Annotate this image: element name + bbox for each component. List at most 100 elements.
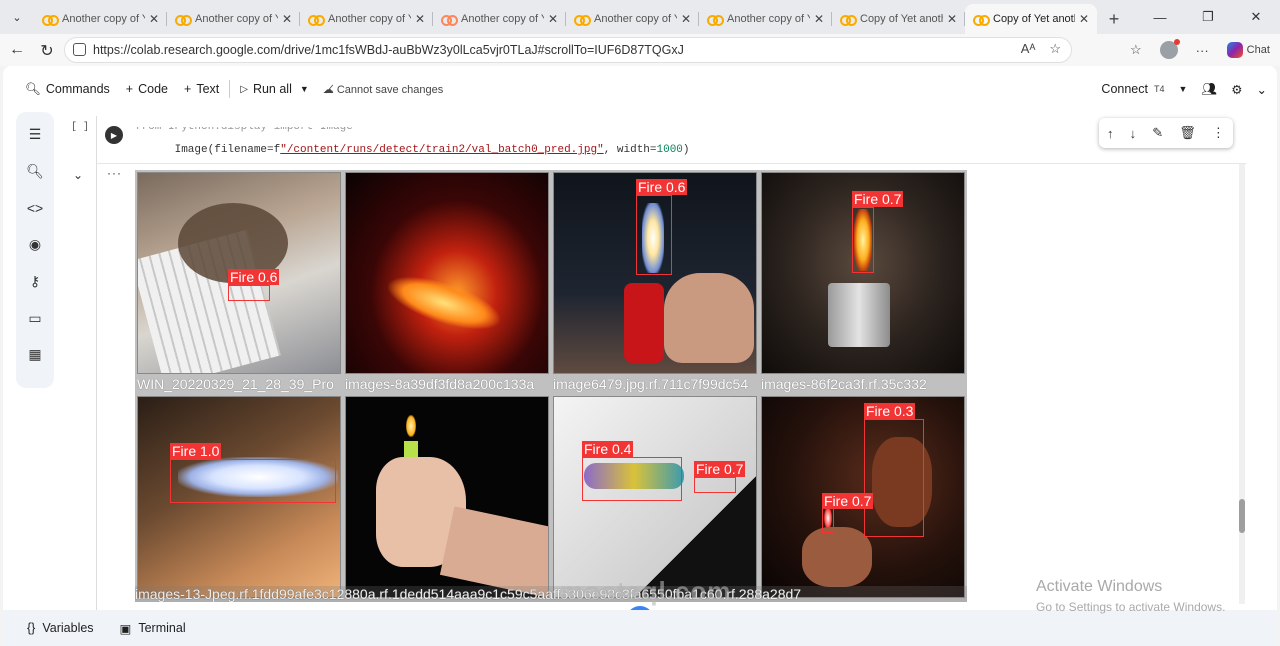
reload-icon[interactable]: ↻ xyxy=(32,41,62,61)
colab-page: 🔍︎ Commands + Code + Text ▷ Run all ▼ ☁̸ Can… xyxy=(3,66,1277,646)
scrollbar[interactable] xyxy=(1239,164,1245,604)
close-tab-icon[interactable]: ✕ xyxy=(282,12,292,26)
edit-pen-icon[interactable]: ✎ xyxy=(1152,125,1163,141)
favorite-star-icon[interactable]: ☆ xyxy=(1049,41,1061,57)
output-menu-icon[interactable]: ··· xyxy=(107,166,122,180)
detection-label: Fire 0.6 xyxy=(636,179,688,195)
cannot-save-status: ☁̸ Cannot save changes xyxy=(322,83,444,96)
close-tab-icon[interactable]: ✕ xyxy=(415,12,425,26)
browser-tab[interactable]: Copy of Yet anothe✕ xyxy=(832,4,965,34)
output-divider xyxy=(96,164,97,646)
more-options-icon[interactable]: ⋮ xyxy=(1212,125,1225,141)
search-icon: 🔍︎ xyxy=(25,81,41,96)
image-caption: images-8a39df3fd8a200c133a xyxy=(345,376,535,392)
minimize-icon[interactable]: — xyxy=(1136,0,1184,34)
delete-trash-icon[interactable]: 🗑︎ xyxy=(1179,125,1196,141)
colab-icon xyxy=(574,14,591,26)
execution-count: [ ] xyxy=(71,122,90,133)
collapse-output-chevron-icon[interactable]: ⌄ xyxy=(73,168,83,182)
add-text-button[interactable]: + Text xyxy=(176,74,227,104)
commands-button[interactable]: 🔍︎ Commands xyxy=(17,74,118,104)
code-editor[interactable]: from IPython.display import Image Image(f… xyxy=(135,127,690,168)
close-tab-icon[interactable]: ✕ xyxy=(947,12,957,26)
detection-box xyxy=(170,459,336,503)
variables-table-icon[interactable]: ▦ xyxy=(25,344,45,364)
terminal-button[interactable]: ▣ Terminal xyxy=(120,621,186,636)
close-tab-icon[interactable]: ✕ xyxy=(149,12,159,26)
divider xyxy=(229,80,231,98)
colab-icon xyxy=(840,14,857,26)
folder-icon[interactable]: ▭ xyxy=(25,308,45,328)
run-all-button[interactable]: ▷ Run all xyxy=(232,74,300,104)
browser-tab[interactable]: Another copy of Ye✕ xyxy=(300,4,433,34)
image-caption: image6479.jpg.rf.711c7f99dc54 xyxy=(553,376,749,392)
colab-icon xyxy=(175,14,192,26)
runtime-chevron-icon[interactable]: ▼ xyxy=(1179,84,1188,94)
read-aloud-icon[interactable]: Aᴬ xyxy=(1021,41,1036,57)
window-controls: — ❐ ✕ xyxy=(1136,0,1280,34)
detection-box xyxy=(228,285,270,301)
browser-tab[interactable]: Another copy of YC✕ xyxy=(566,4,699,34)
share-people-icon[interactable]: 👥︎ xyxy=(1201,82,1217,97)
gear-icon[interactable]: ⚙ xyxy=(1231,82,1242,97)
close-tab-icon[interactable]: ✕ xyxy=(814,12,824,26)
activate-windows-overlay: Activate Windows Go to Settings to activ… xyxy=(1036,578,1226,614)
plus-icon: + xyxy=(125,82,134,96)
left-sidebar: ☰ 🔍︎ <> ◉ ⚷ ▭ ▦ xyxy=(16,112,54,388)
find-replace-icon[interactable]: 🔍︎ xyxy=(25,161,45,181)
watermark: mostaql.com xyxy=(560,576,732,606)
detection-label: Fire 0.7 xyxy=(822,493,874,509)
new-tab-button[interactable]: + xyxy=(1097,4,1131,34)
browser-tab[interactable]: Another copy of YC✕ xyxy=(699,4,832,34)
variables-button[interactable]: {} Variables xyxy=(27,621,94,635)
table-of-contents-icon[interactable]: ☰ xyxy=(25,124,45,144)
close-tab-icon[interactable]: ✕ xyxy=(548,12,558,26)
move-up-icon[interactable]: ↑ xyxy=(1107,126,1114,141)
detection-label: Fire 0.7 xyxy=(852,191,904,207)
profile-avatar[interactable] xyxy=(1159,39,1180,59)
copilot-button[interactable]: Chat xyxy=(1226,42,1270,58)
play-icon: ▷ xyxy=(240,83,248,95)
favorites-icon[interactable]: ☆ xyxy=(1130,42,1142,58)
image-caption: images-86f2ca3f.rf.35c332 xyxy=(761,376,927,392)
code-cell[interactable]: from IPython.display import Image Image(f… xyxy=(96,116,1246,164)
prediction-image: Fire 0.7 xyxy=(761,172,965,374)
more-menu-icon[interactable]: ··· xyxy=(1196,43,1209,58)
copilot-icon xyxy=(1226,42,1243,58)
detection-label: Fire 1.0 xyxy=(170,443,222,459)
code-snippets-icon[interactable]: <> xyxy=(25,198,45,218)
prediction-image: Fire 0.4 Fire 0.7 xyxy=(553,396,757,598)
site-info-icon[interactable] xyxy=(73,43,86,56)
run-options-chevron-icon[interactable]: ▼ xyxy=(300,84,309,94)
close-tab-icon[interactable]: ✕ xyxy=(681,12,691,26)
browser-tab-active[interactable]: Copy of Yet anothe✕ xyxy=(965,4,1097,34)
prediction-image-grid: Fire 0.6 Fire 0.6 Fire 0.7 WIN_20220329_… xyxy=(135,170,967,602)
browser-tab[interactable]: Another copy of Ye✕ xyxy=(34,4,167,34)
browser-tab[interactable]: Another copy of Ye✕ xyxy=(433,4,566,34)
detection-box xyxy=(852,207,874,273)
close-tab-icon[interactable]: ✕ xyxy=(1079,12,1089,26)
connect-button[interactable]: Connect xyxy=(1101,82,1148,96)
scrollbar-thumb[interactable] xyxy=(1239,499,1245,533)
url-input[interactable]: https://colab.research.google.com/drive/… xyxy=(64,37,1072,63)
colab-icon xyxy=(308,14,325,26)
maximize-icon[interactable]: ❐ xyxy=(1184,0,1232,34)
prediction-image: Fire 0.3 Fire 0.7 xyxy=(761,396,965,598)
prediction-image xyxy=(345,396,549,598)
secrets-eye-icon[interactable]: ◉ xyxy=(25,234,45,254)
prediction-image xyxy=(345,172,549,374)
key-icon[interactable]: ⚷ xyxy=(25,271,45,291)
browser-tab[interactable]: Another copy of Ye✕ xyxy=(167,4,300,34)
add-code-button[interactable]: + Code xyxy=(118,74,176,104)
terminal-icon: ▣ xyxy=(119,621,132,636)
close-window-icon[interactable]: ✕ xyxy=(1232,0,1280,34)
detection-label: Fire 0.7 xyxy=(694,461,746,477)
detection-box xyxy=(694,477,736,493)
tab-actions-menu-icon[interactable]: ⌄ xyxy=(0,0,34,34)
cloud-off-icon: ☁̸ xyxy=(322,83,337,96)
collapse-header-chevron-icon[interactable]: ⌄ xyxy=(1257,82,1267,97)
back-icon[interactable]: ← xyxy=(2,41,32,59)
browser-tab-bar: ⌄ Another copy of Ye✕ Another copy of Ye… xyxy=(0,0,1280,34)
move-down-icon[interactable]: ↓ xyxy=(1130,126,1137,141)
plus-icon: + xyxy=(184,82,192,96)
